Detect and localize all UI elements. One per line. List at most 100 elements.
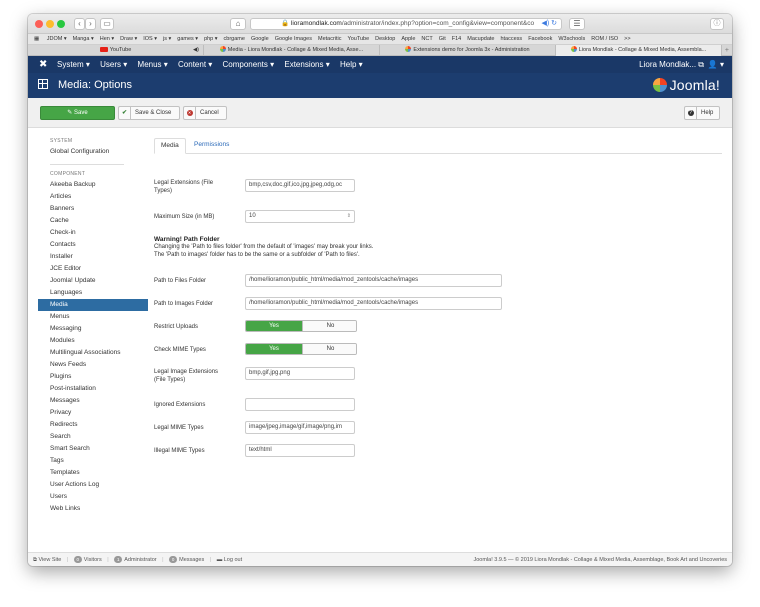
- tab-media[interactable]: Media: [154, 138, 186, 154]
- bookmark-item[interactable]: YouTube: [348, 36, 370, 42]
- tab-permissions[interactable]: Permissions: [188, 138, 235, 154]
- site-link[interactable]: Liora Mondlak... ⧉: [639, 56, 704, 73]
- sidebar-item-check-in[interactable]: Check-in: [38, 227, 148, 239]
- sidebar-item-privacy[interactable]: Privacy: [38, 407, 148, 419]
- bookmark-item[interactable]: IOS ▾: [143, 36, 157, 42]
- sidebar-item-tags[interactable]: Tags: [38, 455, 148, 467]
- close-window-button[interactable]: [35, 20, 43, 28]
- bookmark-item[interactable]: Desktop: [375, 36, 395, 42]
- bookmark-item[interactable]: Metacritic: [318, 36, 342, 42]
- browser-tab-extensions[interactable]: Extensions demo for Joomla 3x - Administ…: [380, 45, 556, 56]
- sidebar-item-banners[interactable]: Banners: [38, 203, 148, 215]
- sidebar-item-user-actions-log[interactable]: User Actions Log: [38, 479, 148, 491]
- cancel-button[interactable]: ✕ Cancel: [183, 106, 227, 120]
- bookmark-item[interactable]: Macupdate: [467, 36, 494, 42]
- visitors-indicator[interactable]: 0 Visitors: [73, 556, 102, 563]
- reader-menu-icon[interactable]: ☰: [569, 18, 585, 30]
- stepper-icon[interactable]: ⇕: [347, 211, 351, 222]
- restrict-no-button[interactable]: No: [302, 321, 356, 331]
- save-close-button[interactable]: ✔ Save & Close: [118, 106, 180, 120]
- bookmark-item[interactable]: Git: [439, 36, 446, 42]
- sidebar-item-akeeba-backup[interactable]: Akeeba Backup: [38, 179, 148, 191]
- bookmark-item[interactable]: W3schools: [558, 36, 585, 42]
- browser-tab-media[interactable]: Media - Liora Mondlak - Collage & Mixed …: [204, 45, 380, 56]
- bookmark-item[interactable]: Google Images: [275, 36, 312, 42]
- illegal-mime-input[interactable]: text/html: [245, 444, 355, 457]
- save-button[interactable]: ✎ Save: [40, 106, 115, 120]
- menu-components[interactable]: Components ▾: [223, 60, 275, 69]
- restrict-yes-button[interactable]: Yes: [246, 321, 302, 331]
- back-button[interactable]: ‹: [74, 18, 85, 30]
- audio-reload-icons[interactable]: ◀) ↻: [541, 19, 557, 29]
- sidebar-item-jce-editor[interactable]: JCE Editor: [38, 263, 148, 275]
- sidebar-item-messages[interactable]: Messages: [38, 395, 148, 407]
- legal-mime-input[interactable]: image/jpeg,image/gif,image/png,im: [245, 421, 355, 434]
- sidebar-item-web-links[interactable]: Web Links: [38, 503, 148, 515]
- view-site-link[interactable]: ⧉ View Site: [33, 557, 61, 563]
- bookmarks-grid-icon[interactable]: ▦: [34, 36, 39, 42]
- help-button[interactable]: ? Help: [684, 106, 720, 120]
- sidebar-item-media[interactable]: Media: [38, 299, 148, 311]
- bookmark-item[interactable]: Manga ▾: [73, 36, 94, 42]
- menu-users[interactable]: Users ▾: [100, 60, 127, 69]
- sidebar-item-multilingual-associations[interactable]: Multilingual Associations: [38, 347, 148, 359]
- sidebar-item-cache[interactable]: Cache: [38, 215, 148, 227]
- images-path-input[interactable]: /home/lioramon/public_html/media/mod_zen…: [245, 297, 502, 310]
- bookmark-item[interactable]: Google: [251, 36, 269, 42]
- bookmark-item[interactable]: NCT: [421, 36, 432, 42]
- bookmark-item[interactable]: htaccess: [500, 36, 522, 42]
- sidebar-item-search[interactable]: Search: [38, 431, 148, 443]
- sidebar-item-redirects[interactable]: Redirects: [38, 419, 148, 431]
- legal-extensions-input[interactable]: bmp,csv,doc,gif,ico,jpg,jpeg,odg,oc: [245, 179, 355, 192]
- messages-indicator[interactable]: 0 Messages: [169, 556, 204, 563]
- user-menu-icon[interactable]: 👤 ▾: [708, 56, 724, 73]
- sidebar-item-global-configuration[interactable]: Global Configuration: [38, 146, 148, 158]
- bookmark-item[interactable]: Hen ▾: [100, 36, 114, 42]
- browser-tab-youtube[interactable]: YouTube ◀): [28, 45, 204, 56]
- max-size-input[interactable]: 10 ⇕: [245, 210, 355, 223]
- bookmark-item[interactable]: cbrgame: [224, 36, 245, 42]
- bookmark-item[interactable]: F14: [452, 36, 461, 42]
- menu-menus[interactable]: Menus ▾: [138, 60, 168, 69]
- bookmark-item[interactable]: >>: [624, 36, 630, 42]
- minimize-window-button[interactable]: [46, 20, 54, 28]
- sidebar-item-articles[interactable]: Articles: [38, 191, 148, 203]
- sidebar-item-installer[interactable]: Installer: [38, 251, 148, 263]
- files-path-input[interactable]: /home/lioramon/public_html/media/mod_zen…: [245, 274, 502, 287]
- ignored-ext-input[interactable]: [245, 398, 355, 411]
- home-icon[interactable]: ⌂: [230, 18, 246, 30]
- url-bar[interactable]: 🔒 lioramondlak.com/administrator/index.p…: [250, 18, 562, 30]
- menu-system[interactable]: System ▾: [57, 60, 90, 69]
- bookmark-item[interactable]: games ▾: [177, 36, 198, 42]
- bookmark-item[interactable]: ROM / ISO: [591, 36, 618, 42]
- sidebar-item-contacts[interactable]: Contacts: [38, 239, 148, 251]
- sidebar-item-users[interactable]: Users: [38, 491, 148, 503]
- sidebar-item-smart-search[interactable]: Smart Search: [38, 443, 148, 455]
- sidebar-item-messaging[interactable]: Messaging: [38, 323, 148, 335]
- menu-help[interactable]: Help ▾: [340, 60, 363, 69]
- logout-link[interactable]: ▬ Log out: [217, 557, 242, 563]
- sidebar-item-joomla-update[interactable]: Joomla! Update: [38, 275, 148, 287]
- sidebar-item-post-installation[interactable]: Post-installation: [38, 383, 148, 395]
- bookmark-item[interactable]: js ▾: [163, 36, 171, 42]
- check-mime-yes-button[interactable]: Yes: [246, 344, 302, 354]
- bookmark-item[interactable]: php ▾: [204, 36, 217, 42]
- browser-tab-liora[interactable]: Liora Mondlak - Collage & Mixed Media, A…: [556, 45, 722, 56]
- sidebar-item-menus[interactable]: Menus: [38, 311, 148, 323]
- bookmark-item[interactable]: JDOM ▾: [47, 36, 67, 42]
- bookmark-item[interactable]: Apple: [401, 36, 415, 42]
- administrator-indicator[interactable]: 1 Administrator: [114, 556, 157, 563]
- legal-image-ext-input[interactable]: bmp,gif,jpg,png: [245, 367, 355, 380]
- menu-extensions[interactable]: Extensions ▾: [284, 60, 329, 69]
- sidebar-item-languages[interactable]: Languages: [38, 287, 148, 299]
- bookmark-item[interactable]: Draw ▾: [120, 36, 137, 42]
- forward-button[interactable]: ›: [85, 18, 96, 30]
- joomla-logo-icon[interactable]: ✖: [39, 56, 47, 73]
- new-tab-button[interactable]: +: [725, 45, 729, 56]
- sidebar-item-news-feeds[interactable]: News Feeds: [38, 359, 148, 371]
- check-mime-no-button[interactable]: No: [302, 344, 356, 354]
- download-icon[interactable]: ⓘ: [710, 18, 724, 30]
- menu-content[interactable]: Content ▾: [178, 60, 212, 69]
- zoom-window-button[interactable]: [57, 20, 65, 28]
- sidebar-item-modules[interactable]: Modules: [38, 335, 148, 347]
